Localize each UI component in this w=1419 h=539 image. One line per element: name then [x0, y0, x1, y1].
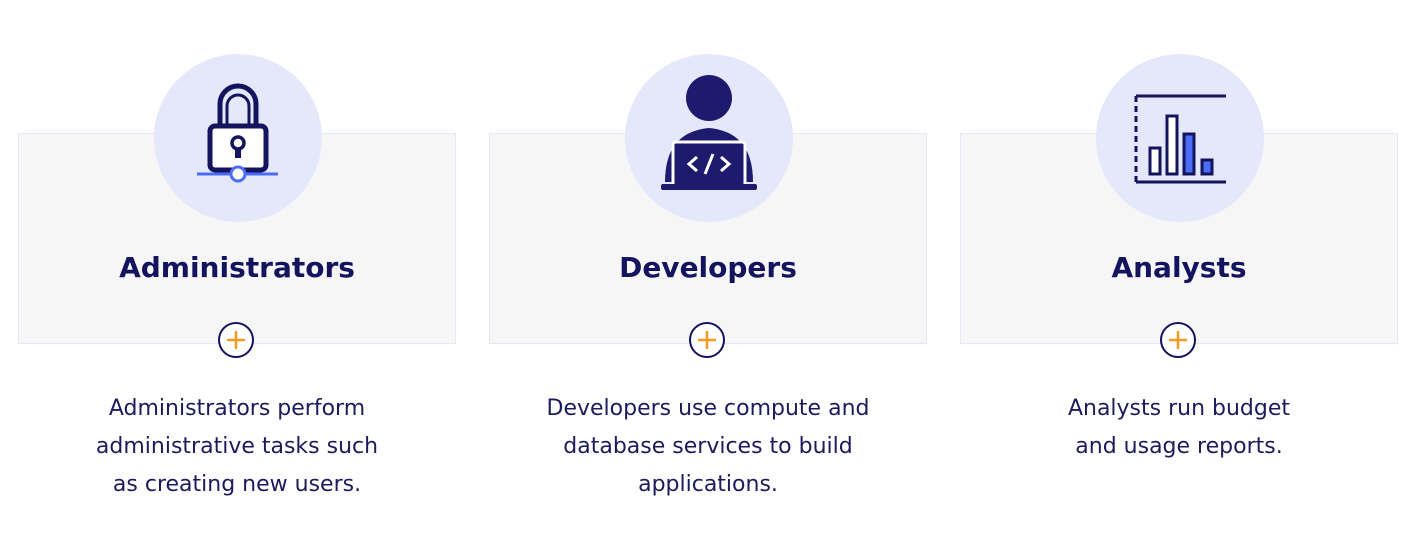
- card-administrators: Administrators Administrators perform ad…: [18, 0, 458, 539]
- plus-circle-icon: [689, 322, 725, 358]
- card-description: Administrators perform administrative ta…: [95, 396, 379, 497]
- card-title: Analysts: [1111, 251, 1247, 284]
- bar-chart-icon: [1096, 54, 1264, 222]
- card-description: Analysts run budget and usage reports.: [1067, 396, 1291, 459]
- card-title: Developers: [619, 251, 797, 284]
- developer-laptop-code-icon: [625, 54, 793, 222]
- card-developers: Developers Developers use compute and da…: [489, 0, 929, 539]
- card-description: Developers use compute and database serv…: [546, 396, 870, 497]
- expand-plus-button[interactable]: [1160, 322, 1196, 358]
- card-title: Administrators: [119, 251, 355, 284]
- padlock-network-icon: [154, 54, 322, 222]
- expand-plus-button[interactable]: [218, 322, 254, 358]
- card-analysts: Analysts Analysts run budget and usage r…: [960, 0, 1400, 539]
- plus-circle-icon: [1160, 322, 1196, 358]
- plus-circle-icon: [218, 322, 254, 358]
- expand-plus-button[interactable]: [689, 322, 725, 358]
- role-cards-section: Administrators Administrators perform ad…: [0, 0, 1419, 539]
